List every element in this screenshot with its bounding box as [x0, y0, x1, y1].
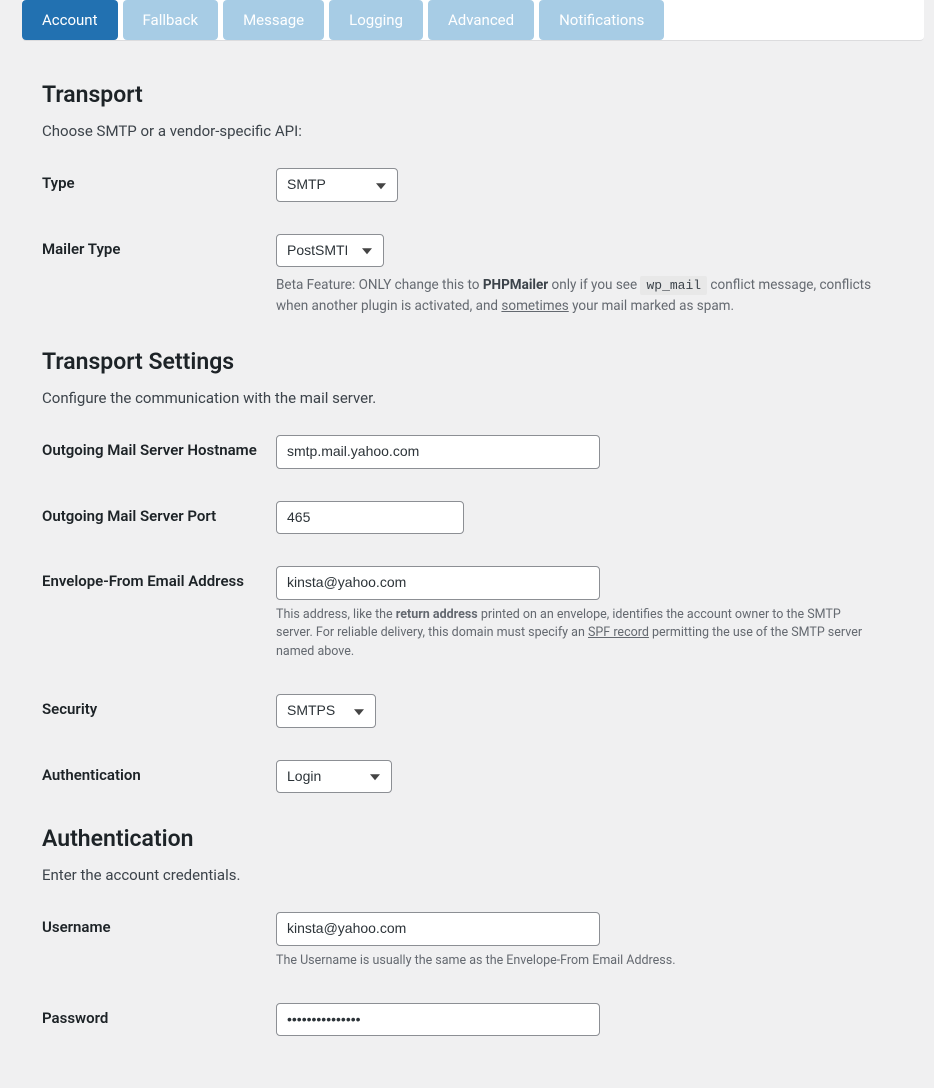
envelope-help: This address, like the return address pr… [276, 606, 878, 662]
tab-notifications[interactable]: Notifications [539, 0, 664, 40]
transport-settings-intro: Configure the communication with the mai… [42, 389, 878, 407]
username-input[interactable] [276, 912, 600, 946]
envelope-input[interactable] [276, 566, 600, 600]
tab-advanced[interactable]: Advanced [428, 0, 534, 40]
tab-account[interactable]: Account [22, 0, 118, 40]
hostname-input[interactable] [276, 435, 600, 469]
password-label: Password [42, 1003, 276, 1029]
port-label: Outgoing Mail Server Port [42, 501, 276, 527]
security-label: Security [42, 694, 276, 720]
password-input[interactable] [276, 1003, 600, 1037]
authentication-intro: Enter the account credentials. [42, 866, 878, 884]
transport-settings-heading: Transport Settings [42, 348, 878, 375]
type-label: Type [42, 168, 276, 194]
type-select[interactable]: SMTP [276, 168, 398, 202]
transport-intro: Choose SMTP or a vendor-specific API: [42, 122, 878, 140]
hostname-label: Outgoing Mail Server Hostname [42, 435, 276, 461]
authentication-select[interactable]: Login [276, 760, 392, 794]
port-input[interactable] [276, 501, 464, 535]
mailer-type-select[interactable]: PostSMTP [276, 234, 384, 268]
tab-fallback[interactable]: Fallback [123, 0, 219, 40]
tab-message[interactable]: Message [223, 0, 324, 40]
mailer-type-label: Mailer Type [42, 234, 276, 260]
authentication-label: Authentication [42, 760, 276, 786]
security-select[interactable]: SMTPS [276, 694, 376, 728]
transport-heading: Transport [42, 81, 878, 108]
tab-logging[interactable]: Logging [329, 0, 423, 40]
envelope-label: Envelope-From Email Address [42, 566, 276, 592]
mailer-help: Beta Feature: ONLY change this to PHPMai… [276, 275, 878, 316]
tabs-nav: Account Fallback Message Logging Advance… [22, 0, 924, 41]
authentication-heading: Authentication [42, 825, 878, 852]
username-help: The Username is usually the same as the … [276, 952, 878, 971]
username-label: Username [42, 912, 276, 938]
